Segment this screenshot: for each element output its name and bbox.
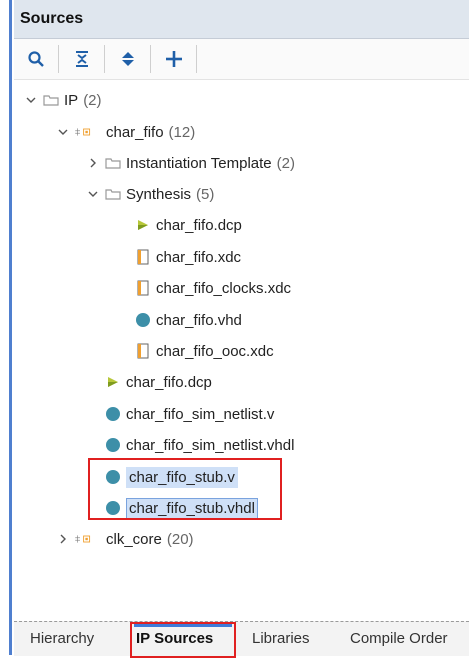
folder-icon: [104, 185, 122, 203]
tree-node-count: (12): [168, 123, 196, 141]
checkpoint-icon: [134, 216, 152, 234]
chevron-down-icon[interactable]: [56, 125, 70, 139]
file-item[interactable]: char_fifo.dcp: [134, 211, 242, 239]
file-item[interactable]: char_fifo_ooc.xdc: [134, 337, 274, 365]
toolbar-separator: [104, 45, 105, 73]
toolbar-separator: [58, 45, 59, 73]
file-name: char_fifo.dcp: [156, 216, 242, 234]
tree-node-count: (5): [196, 185, 215, 203]
add-icon: [166, 51, 182, 67]
file-name: char_fifo_sim_netlist.vhdl: [126, 436, 295, 454]
tree-node-count: (2): [276, 154, 295, 172]
search-icon: [28, 51, 44, 67]
file-item[interactable]: char_fifo_sim_netlist.vhdl: [104, 431, 294, 459]
tree-node-synthesis[interactable]: Synthesis (5): [86, 180, 214, 208]
constraints-file-icon: [134, 342, 152, 360]
file-item[interactable]: char_fifo_clocks.xdc: [134, 274, 291, 302]
tab-libraries[interactable]: Libraries: [252, 630, 310, 647]
constraints-file-icon: [134, 279, 152, 297]
tree-node-label: Instantiation Template: [126, 154, 272, 172]
collapse-all-icon: [76, 51, 88, 67]
tree-node-instantiation-template[interactable]: Instantiation Template (2): [86, 149, 295, 177]
tree-node-count: (20): [166, 530, 194, 548]
file-name: char_fifo_sim_netlist.v: [126, 405, 275, 423]
sources-toolbar: [14, 39, 469, 80]
expand-all-icon: [122, 52, 134, 66]
hdl-file-icon: [104, 405, 122, 423]
file-name: char_fifo.dcp: [126, 373, 212, 391]
bottom-tab-bar: Hierarchy IP Sources Libraries Compile O…: [14, 621, 469, 658]
hdl-file-icon: [134, 311, 152, 329]
tab-hierarchy[interactable]: Hierarchy: [30, 630, 94, 647]
add-sources-button[interactable]: [162, 47, 186, 71]
chevron-right-icon[interactable]: [86, 156, 100, 170]
file-item[interactable]: char_fifo.xdc: [134, 243, 241, 271]
tab-compile-order[interactable]: Compile Order: [350, 630, 448, 647]
ip-block-icon: [74, 123, 92, 141]
panel-header: Sources: [14, 0, 469, 39]
sources-panel: Sources IP (2) char_fifo (12) Instantiat…: [14, 0, 469, 658]
tree-node-clk-core[interactable]: clk_core (20): [56, 525, 194, 553]
highlight-box: [88, 458, 282, 520]
chevron-right-icon[interactable]: [56, 532, 70, 546]
panel-title: Sources: [20, 10, 84, 27]
toolbar-separator: [150, 45, 151, 73]
file-name: char_fifo.vhd: [156, 311, 242, 329]
collapse-all-button[interactable]: [70, 47, 94, 71]
constraints-file-icon: [134, 248, 152, 266]
tree-node-char-fifo[interactable]: char_fifo (12): [56, 118, 195, 146]
folder-icon: [42, 91, 60, 109]
folder-icon: [104, 154, 122, 172]
tree-node-label: clk_core: [106, 530, 162, 548]
file-name: char_fifo.xdc: [156, 248, 242, 266]
file-name: char_fifo_ooc.xdc: [156, 342, 274, 360]
tree-node-ip[interactable]: IP (2): [24, 86, 102, 114]
checkpoint-icon: [104, 373, 122, 391]
file-item[interactable]: char_fifo_sim_netlist.v: [104, 400, 274, 428]
hdl-file-icon: [104, 436, 122, 454]
tree-node-label: IP: [64, 91, 79, 109]
toolbar-separator: [196, 45, 197, 73]
file-name: char_fifo_clocks.xdc: [156, 279, 292, 297]
tree-node-label: Synthesis: [126, 185, 192, 203]
left-edge-bar: [0, 0, 12, 655]
tab-highlight-box: [130, 622, 236, 658]
file-item[interactable]: char_fifo.vhd: [134, 306, 242, 334]
tree-node-label: char_fifo: [106, 123, 164, 141]
tree-node-count: (2): [83, 91, 102, 109]
chevron-down-icon[interactable]: [24, 93, 38, 107]
file-item[interactable]: char_fifo.dcp: [104, 368, 212, 396]
chevron-down-icon[interactable]: [86, 187, 100, 201]
search-button[interactable]: [24, 47, 48, 71]
ip-block-icon: [74, 530, 92, 548]
expand-all-button[interactable]: [116, 47, 140, 71]
